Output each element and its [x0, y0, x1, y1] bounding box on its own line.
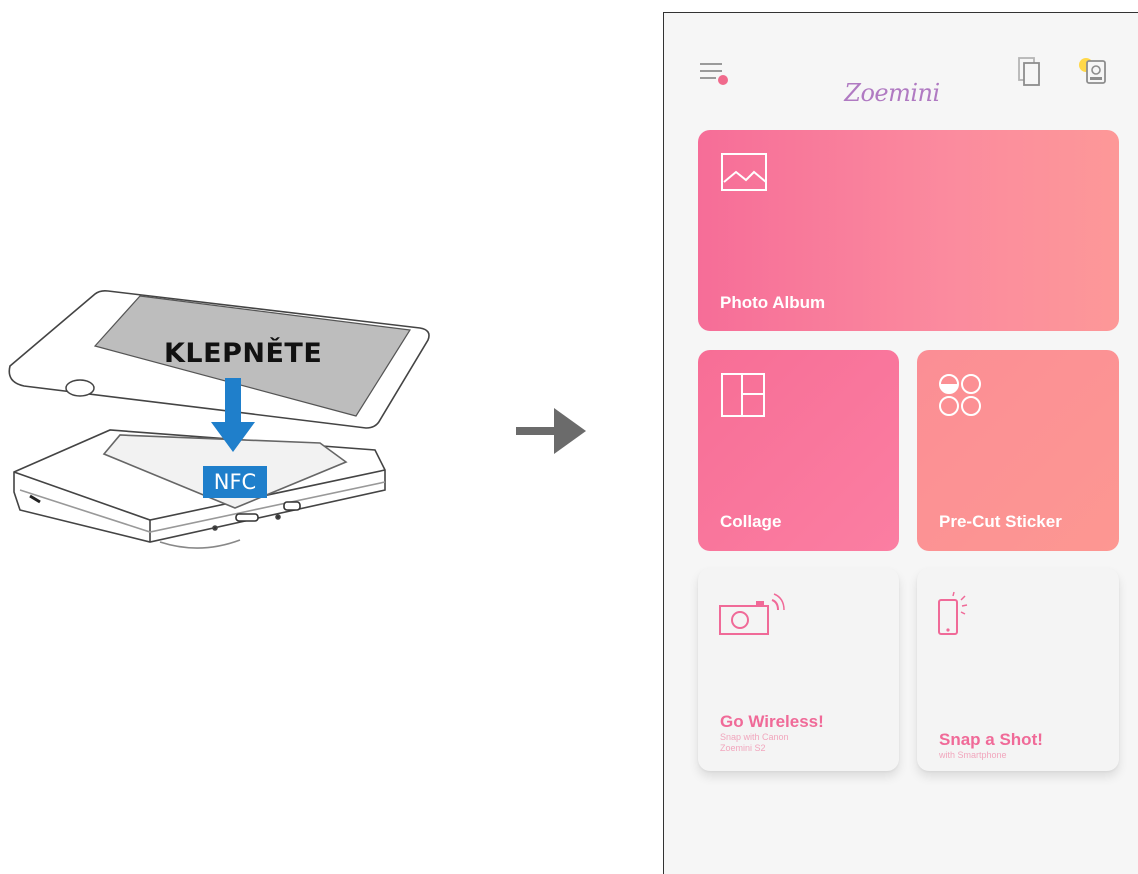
collage-label: Collage — [720, 512, 782, 531]
app-header: Zoemini — [664, 13, 1138, 123]
collage-grid-icon — [721, 373, 765, 417]
printer-drawing — [13, 429, 386, 549]
tap-instruction-label: KLEPNĚTE — [164, 338, 323, 369]
nfc-tap-illustration — [0, 270, 460, 600]
go-wireless-subtitle-line2: Zoemini S2 — [720, 743, 766, 753]
pre-cut-sticker-tile[interactable]: Pre-Cut Sticker — [917, 350, 1119, 551]
printer-icon[interactable] — [1076, 53, 1112, 89]
copies-icon[interactable] — [1016, 53, 1042, 87]
sticker-shapes-icon — [939, 374, 981, 416]
smartphone-icon — [938, 591, 968, 635]
snap-a-shot-subtitle: with Smartphone — [939, 750, 1007, 760]
pre-cut-sticker-label: Pre-Cut Sticker — [939, 512, 1062, 531]
right-arrow-icon — [516, 408, 586, 454]
go-wireless-label: Go Wireless! — [720, 712, 824, 731]
app-title: Zoemini — [844, 79, 940, 107]
snap-a-shot-tile[interactable]: Snap a Shot! with Smartphone — [917, 568, 1119, 771]
go-wireless-tile[interactable]: Go Wireless! Snap with Canon Zoemini S2 — [698, 568, 899, 771]
snap-a-shot-label: Snap a Shot! — [939, 730, 1043, 749]
phone-screen: Zoemini Photo Album Collage Pre-Cut Stic… — [663, 12, 1138, 874]
photo-album-label: Photo Album — [720, 293, 826, 312]
nfc-badge: NFC — [203, 466, 267, 498]
wireless-camera-icon — [719, 593, 785, 635]
go-wireless-subtitle-line1: Snap with Canon — [720, 732, 789, 742]
printer-and-phone-drawing — [8, 290, 430, 549]
photo-album-tile[interactable]: Photo Album — [698, 130, 1119, 331]
collage-tile[interactable]: Collage — [698, 350, 899, 551]
image-icon — [721, 153, 767, 191]
